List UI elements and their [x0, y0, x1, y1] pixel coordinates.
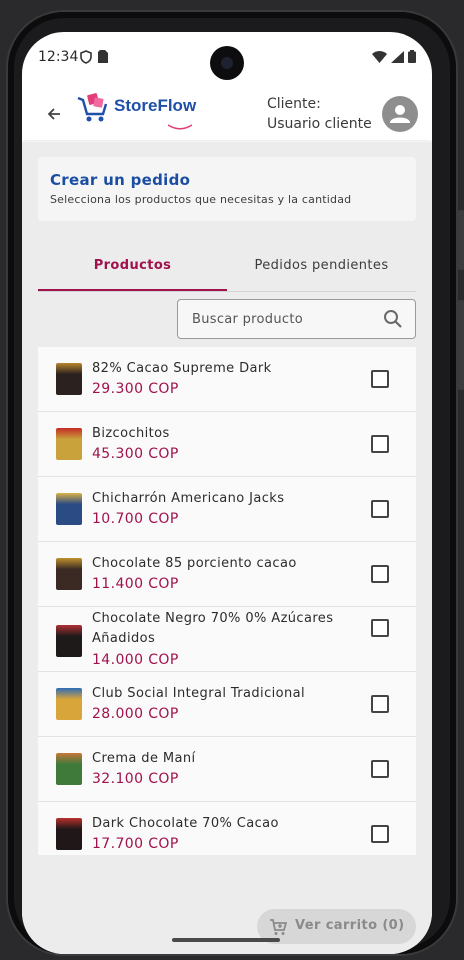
product-name: 82% Cacao Supreme Dark [92, 361, 272, 376]
product-thumbnail [56, 428, 82, 460]
product-name: Bizcochitos [92, 426, 170, 441]
avatar[interactable] [382, 96, 418, 132]
product-checkbox[interactable] [371, 435, 389, 453]
product-list: 82% Cacao Supreme Dark 29.300 COP Bizcochi… [38, 347, 416, 855]
product-price: 11.400 COP [92, 576, 179, 592]
home-indicator[interactable] [172, 938, 280, 942]
client-name: Usuario cliente [267, 116, 372, 132]
product-name: Crema de Maní [92, 751, 196, 766]
product-price: 28.000 COP [92, 706, 179, 722]
status-bar: 12:34 [22, 32, 432, 82]
cart-icon [270, 919, 287, 935]
status-time: 12:34 [38, 49, 79, 65]
search-input[interactable] [192, 300, 372, 338]
power-button [458, 300, 464, 390]
product-price: 10.700 COP [92, 511, 179, 527]
product-thumbnail [56, 753, 82, 785]
logo-swoosh [168, 124, 192, 130]
battery-icon [408, 50, 416, 63]
product-row[interactable]: Crema de Maní 32.100 COP [38, 737, 416, 802]
back-arrow-icon[interactable] [44, 104, 64, 124]
storeflow-logo: StoreFlow [76, 92, 197, 130]
product-row[interactable]: Bizcochitos 45.300 COP [38, 412, 416, 477]
tab-bar: Productos Pedidos pendientes [38, 246, 416, 292]
page-header-card: Crear un pedido Selecciona los productos… [38, 157, 416, 221]
page-title: Crear un pedido [50, 171, 191, 189]
phone-screen: 12:34 StoreFlow Cliente: Usuario cliente… [22, 32, 432, 954]
product-thumbnail [56, 688, 82, 720]
person-icon [390, 105, 410, 123]
logo-text: StoreFlow [114, 96, 197, 115]
signal-icon [391, 50, 404, 63]
product-checkbox[interactable] [371, 695, 389, 713]
product-checkbox[interactable] [371, 500, 389, 518]
tab-pedidos-pendientes[interactable]: Pedidos pendientes [227, 246, 416, 291]
product-row[interactable]: Chocolate 85 porciento cacao 11.400 COP [38, 542, 416, 607]
main-content: Crear un pedido Selecciona los productos… [22, 142, 432, 954]
client-label: Cliente: [267, 96, 321, 112]
product-thumbnail [56, 818, 82, 850]
client-info: Cliente: Usuario cliente [267, 94, 372, 134]
search-icon[interactable] [383, 309, 403, 329]
product-row[interactable]: 82% Cacao Supreme Dark 29.300 COP [38, 347, 416, 412]
app-bar: StoreFlow Cliente: Usuario cliente [22, 88, 432, 140]
product-name: Club Social Integral Tradicional [92, 686, 305, 701]
product-price: 29.300 COP [92, 381, 179, 397]
product-thumbnail [56, 625, 82, 657]
view-cart-button[interactable]: Ver carrito (0) [257, 909, 416, 944]
product-checkbox[interactable] [371, 565, 389, 583]
search-box [177, 299, 416, 339]
wifi-icon [372, 50, 387, 63]
product-row[interactable]: Club Social Integral Tradicional 28.000 C… [38, 672, 416, 737]
product-price: 45.300 COP [92, 446, 179, 462]
product-price: 32.100 COP [92, 771, 179, 787]
product-checkbox[interactable] [371, 760, 389, 778]
cart-logo-icon [77, 93, 108, 122]
product-thumbnail [56, 363, 82, 395]
product-thumbnail [56, 558, 82, 590]
product-checkbox[interactable] [371, 825, 389, 843]
product-name: Chocolate Negro 70% 0% Azúcares Añadidos [92, 611, 334, 646]
product-checkbox[interactable] [371, 619, 389, 637]
product-checkbox[interactable] [371, 370, 389, 388]
product-price: 14.000 COP [92, 652, 179, 668]
product-row[interactable]: Chicharrón Americano Jacks 10.700 COP [38, 477, 416, 542]
product-price: 17.700 COP [92, 836, 179, 852]
product-name: Chocolate 85 porciento cacao [92, 556, 297, 571]
shield-icon [80, 50, 92, 64]
volume-button [458, 210, 464, 270]
product-row[interactable]: Dark Chocolate 70% Cacao 17.700 COP [38, 802, 416, 855]
product-name: Dark Chocolate 70% Cacao [92, 816, 279, 831]
product-thumbnail [56, 493, 82, 525]
front-camera [210, 46, 244, 80]
product-name: Chicharrón Americano Jacks [92, 491, 285, 506]
tab-productos[interactable]: Productos [38, 246, 227, 291]
page-subtitle: Selecciona los productos que necesitas y… [50, 193, 352, 206]
product-row[interactable]: Chocolate Negro 70% 0% Azúcares Añadidos… [38, 607, 416, 672]
view-cart-label: Ver carrito (0) [295, 918, 405, 933]
sim-card-icon [98, 50, 108, 63]
